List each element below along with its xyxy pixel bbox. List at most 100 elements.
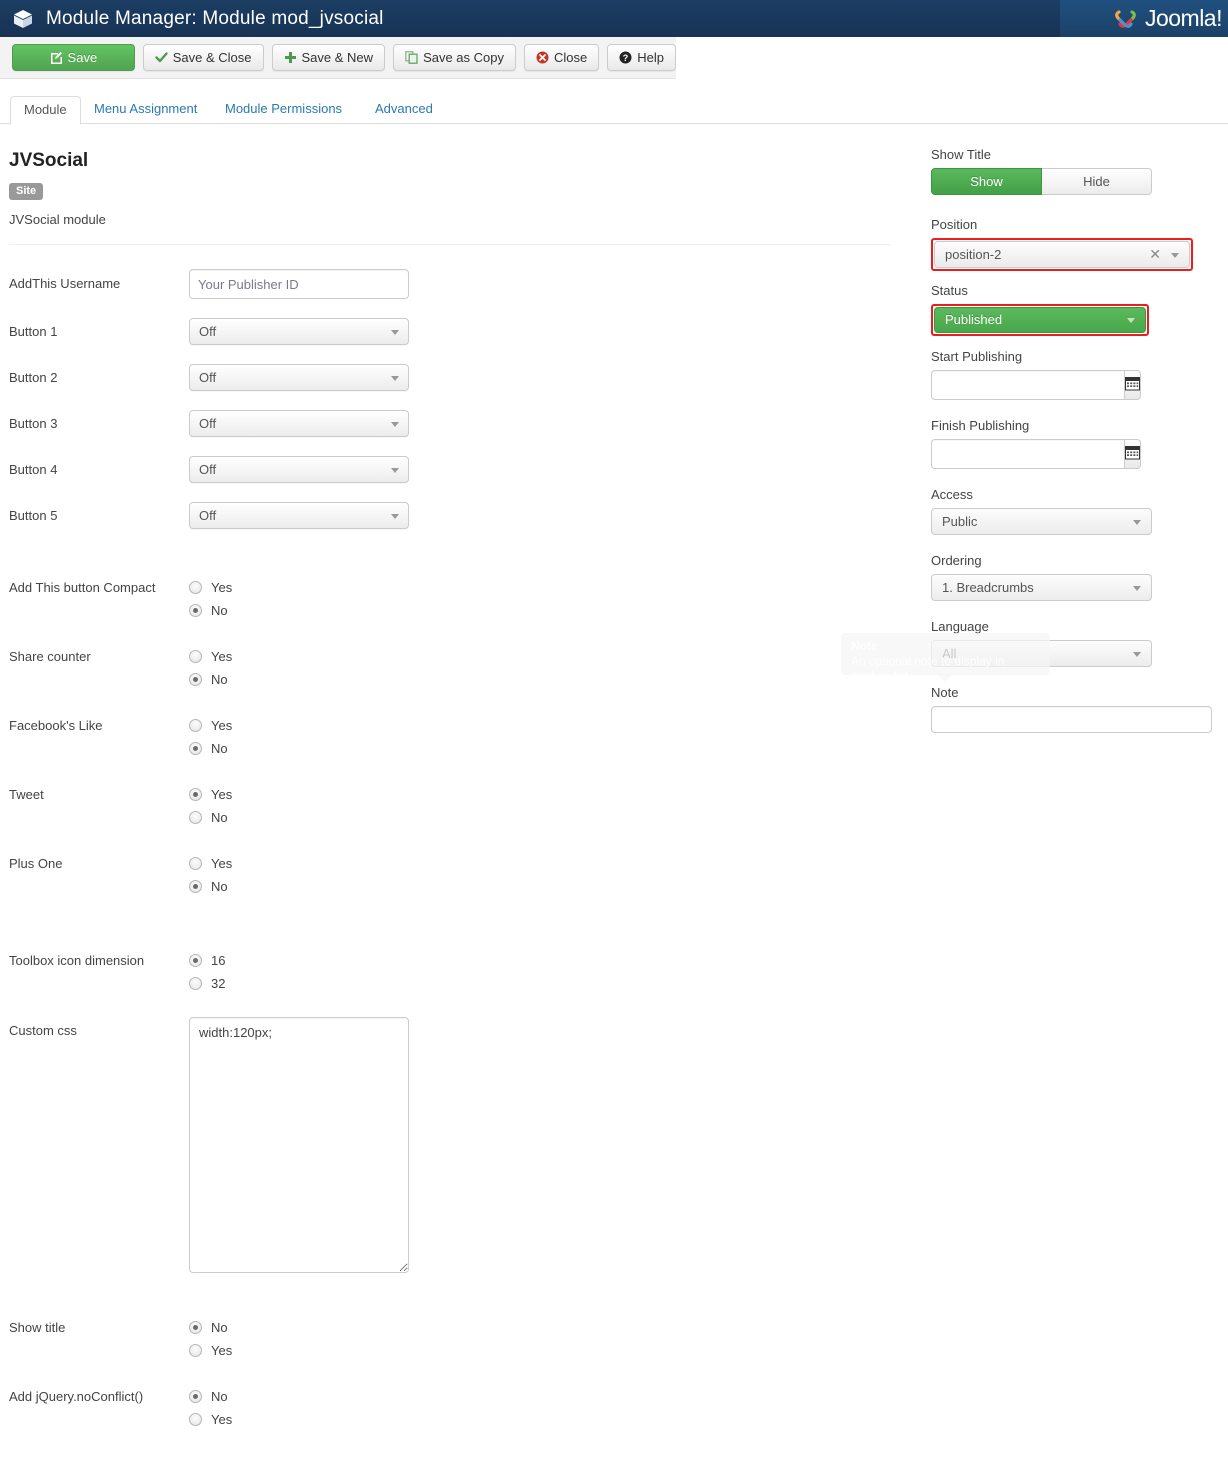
finish-publishing-label: Finish Publishing xyxy=(931,418,1030,433)
radio-icon[interactable] xyxy=(189,788,202,801)
jquery-noconflict-option-no[interactable]: No xyxy=(189,1385,232,1408)
button-4-select[interactable]: Off xyxy=(189,456,409,483)
button-5-select[interactable]: Off xyxy=(189,502,409,529)
radio-icon[interactable] xyxy=(189,1413,202,1426)
save-as-copy-label: Save as Copy xyxy=(423,50,504,65)
note-tooltip-title: Note xyxy=(851,639,878,653)
radio-icon[interactable] xyxy=(189,1390,202,1403)
module-name: JVSocial xyxy=(9,150,89,171)
facebook-like-label: Facebook's Like xyxy=(9,718,103,733)
save-and-new-button[interactable]: Save & New xyxy=(271,44,386,71)
finish-publishing-calendar-button[interactable] xyxy=(1124,439,1141,469)
start-publishing-input[interactable] xyxy=(931,370,1124,400)
status-select[interactable]: Published xyxy=(934,307,1146,333)
facebook-like-radio-group: Yes No xyxy=(189,714,232,760)
radio-icon[interactable] xyxy=(189,880,202,893)
radio-icon[interactable] xyxy=(189,811,202,824)
button-1-label: Button 1 xyxy=(9,324,58,339)
radio-icon[interactable] xyxy=(189,673,202,686)
radio-icon[interactable] xyxy=(189,857,202,870)
button-2-select[interactable]: Off xyxy=(189,364,409,391)
show-title-bottom-option-yes[interactable]: Yes xyxy=(189,1339,232,1362)
note-tooltip: Note An optional note to display in modu… xyxy=(841,633,1050,683)
ordering-select[interactable]: 1. Breadcrumbs xyxy=(931,574,1152,601)
toolbox-dimension-radio-group: 16 32 xyxy=(189,949,225,995)
tab-advanced[interactable]: Advanced xyxy=(362,96,446,124)
button-2-value: Off xyxy=(199,370,217,385)
chevron-down-icon xyxy=(1133,520,1141,525)
addthis-username-label: AddThis Username xyxy=(9,276,121,291)
close-button[interactable]: Close xyxy=(524,44,600,71)
facebook-like-option-yes[interactable]: Yes xyxy=(189,714,232,737)
help-label: Help xyxy=(637,50,664,65)
start-publishing-field xyxy=(931,370,1141,400)
plus-one-option-yes[interactable]: Yes xyxy=(189,852,232,875)
button-3-select[interactable]: Off xyxy=(189,410,409,437)
share-counter-radio-group: Yes No xyxy=(189,645,232,691)
show-title-toggle[interactable]: Show Hide xyxy=(931,168,1152,195)
radio-icon[interactable] xyxy=(189,742,202,755)
chevron-down-icon xyxy=(391,514,399,519)
calendar-icon xyxy=(1125,376,1140,394)
save-as-copy-button[interactable]: Save as Copy xyxy=(393,44,516,71)
plus-one-label: Plus One xyxy=(9,856,63,871)
button-3-label: Button 3 xyxy=(9,416,58,431)
access-group: Access Public xyxy=(931,487,1152,535)
toolbox-dimension-option-32[interactable]: 32 xyxy=(189,972,225,995)
chevron-down-icon xyxy=(391,376,399,381)
clear-icon[interactable]: ✕ xyxy=(1149,242,1161,267)
radio-icon[interactable] xyxy=(189,604,202,617)
copy-icon xyxy=(405,51,418,64)
save-and-close-button[interactable]: Save & Close xyxy=(142,44,264,71)
addthis-username-input[interactable] xyxy=(189,269,409,299)
button-1-select[interactable]: Off xyxy=(189,318,409,345)
tab-menu-assignment[interactable]: Menu Assignment xyxy=(81,96,210,124)
chevron-down-icon xyxy=(1133,586,1141,591)
position-value: position-2 xyxy=(945,247,1002,262)
plus-icon xyxy=(284,51,297,64)
finish-publishing-input[interactable] xyxy=(931,439,1124,469)
share-counter-option-yes[interactable]: Yes xyxy=(189,645,232,668)
jquery-noconflict-option-yes[interactable]: Yes xyxy=(189,1408,232,1431)
edit-icon xyxy=(50,51,63,64)
start-publishing-calendar-button[interactable] xyxy=(1124,370,1141,400)
radio-icon[interactable] xyxy=(189,650,202,663)
tweet-option-no[interactable]: No xyxy=(189,806,232,829)
brand-name: Joomla! xyxy=(1144,5,1223,31)
tab-module[interactable]: Module xyxy=(10,96,81,125)
save-button[interactable]: Save xyxy=(12,44,135,71)
share-counter-option-no[interactable]: No xyxy=(189,668,232,691)
cube-icon xyxy=(12,8,34,30)
radio-icon[interactable] xyxy=(189,977,202,990)
access-select[interactable]: Public xyxy=(931,508,1152,535)
facebook-like-option-no[interactable]: No xyxy=(189,737,232,760)
share-counter-label: Share counter xyxy=(9,649,91,664)
custom-css-label: Custom css xyxy=(9,1023,77,1038)
access-value: Public xyxy=(942,514,978,529)
note-input[interactable] xyxy=(931,706,1212,733)
chevron-down-icon xyxy=(391,422,399,427)
tweet-option-yes[interactable]: Yes xyxy=(189,783,232,806)
finish-publishing-group: Finish Publishing xyxy=(931,418,1141,469)
tab-bar: Module Menu Assignment Module Permission… xyxy=(0,96,1228,125)
position-select[interactable]: position-2 ✕ xyxy=(934,241,1190,268)
plus-one-option-no[interactable]: No xyxy=(189,875,232,898)
radio-icon[interactable] xyxy=(189,1344,202,1357)
note-group: Note xyxy=(931,685,1212,733)
toolbox-dimension-option-16[interactable]: 16 xyxy=(189,949,225,972)
compact-option-no[interactable]: No xyxy=(189,599,232,622)
language-label: Language xyxy=(931,619,989,634)
access-label: Access xyxy=(931,487,973,502)
compact-option-yes[interactable]: Yes xyxy=(189,576,232,599)
radio-icon[interactable] xyxy=(189,581,202,594)
help-button[interactable]: ? Help xyxy=(607,44,676,71)
show-title-bottom-option-no[interactable]: No xyxy=(189,1316,232,1339)
custom-css-textarea[interactable]: width:120px; xyxy=(189,1017,409,1273)
app-header: Module Manager: Module mod_jvsocial Joom… xyxy=(0,0,1228,37)
radio-icon[interactable] xyxy=(189,1321,202,1334)
radio-icon[interactable] xyxy=(189,954,202,967)
radio-icon[interactable] xyxy=(189,719,202,732)
tab-module-permissions[interactable]: Module Permissions xyxy=(212,96,355,124)
show-title-option-hide[interactable]: Hide xyxy=(1042,168,1152,195)
show-title-option-show[interactable]: Show xyxy=(931,168,1042,195)
